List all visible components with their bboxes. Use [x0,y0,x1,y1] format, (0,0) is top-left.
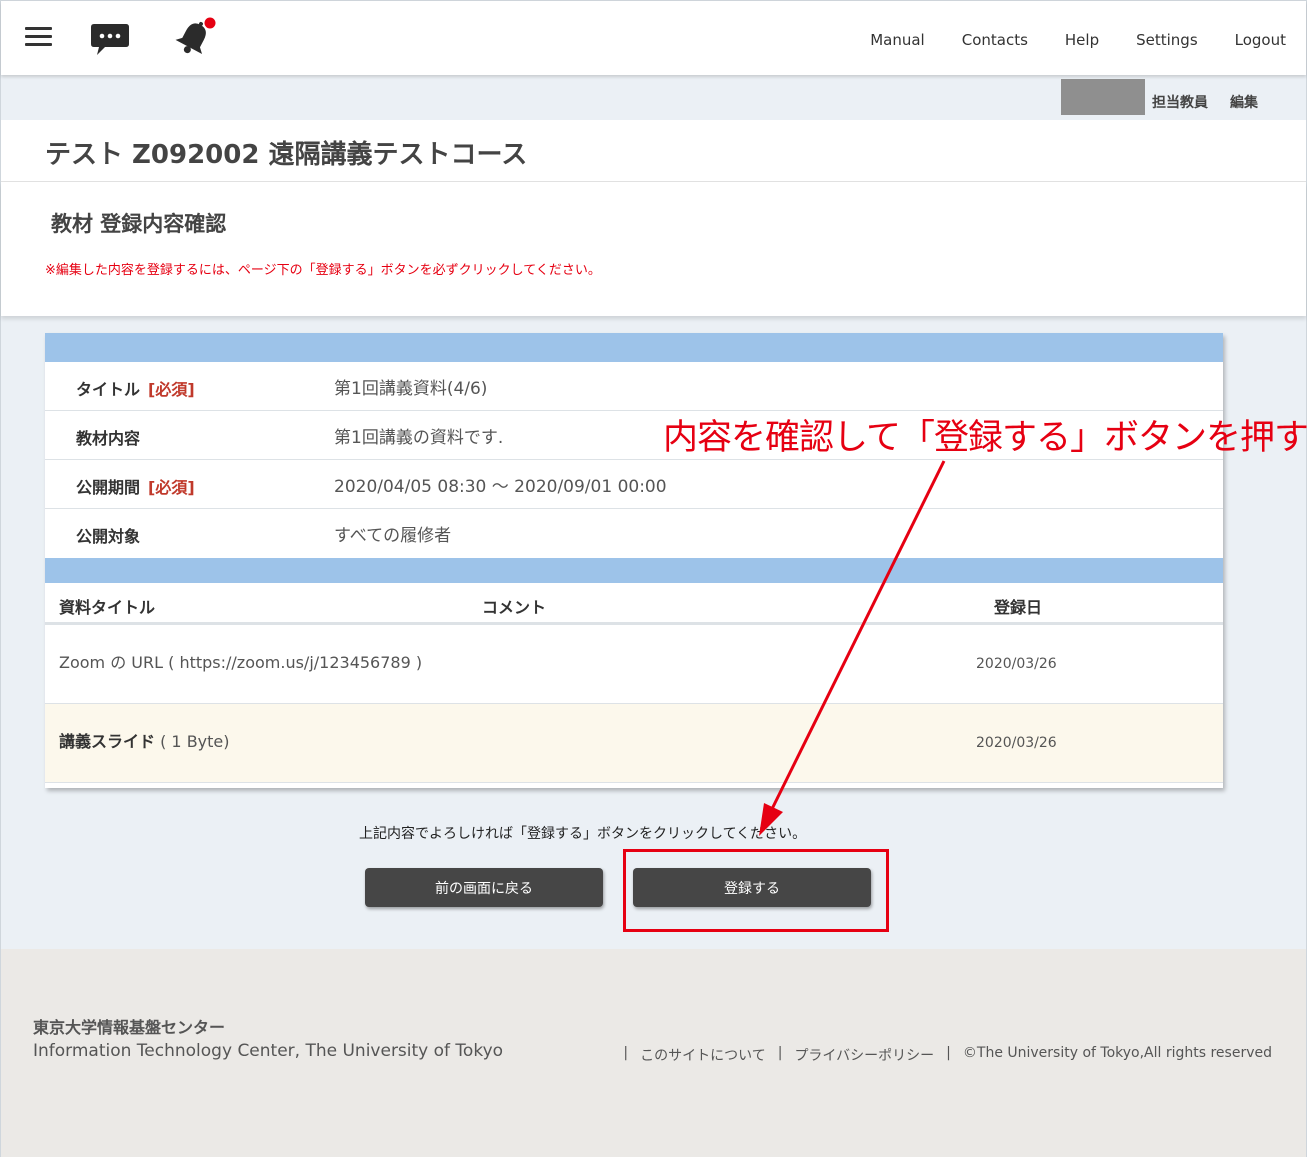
info-row-title: タイトル [必須] 第1回講義資料(4/6) [45,362,1223,411]
annotation-text: 内容を確認して「登録する」ボタンを押す [663,418,1307,458]
footer-org-ja: 東京大学情報基盤センター [33,1018,226,1037]
back-button[interactable]: 前の画面に戻る [365,868,603,907]
required-badge: [必須] [148,380,195,399]
chat-icon[interactable] [90,23,130,57]
page-title: 教材 登録内容確認 [51,212,227,236]
top-nav: Manual Contacts Help Settings Logout [833,31,1286,49]
material-card: タイトル [必須] 第1回講義資料(4/6) 教材内容 第1回講義の資料です. 公… [45,333,1223,788]
footer-separator: | [946,1045,951,1061]
material-date: 2020/03/26 [976,656,1057,672]
info-label: 公開期間 [必須] [76,478,195,497]
menu-icon[interactable] [25,27,52,47]
column-header-comment: コメント [482,598,547,617]
course-title: テスト Z092002 遠隔講義テストコース [45,140,528,170]
info-value: 第1回講義資料(4/6) [334,379,488,399]
top-header: Manual Contacts Help Settings Logout [1,1,1306,75]
notice-text: ※編集した内容を登録するには、ページ下の「登録する」ボタンを必ずクリックしてくだ… [45,263,601,278]
required-badge: [必須] [148,478,195,497]
info-value: 第1回講義の資料です. [334,428,504,448]
material-title[interactable]: 講義スライド ( 1 Byte) [59,728,230,752]
info-label: 公開対象 [76,527,141,546]
footer-copyright: ©The University of Tokyo,All rights rese… [962,1045,1272,1061]
column-header-date: 登録日 [994,598,1043,617]
teacher-avatar [1061,79,1145,115]
page-header-panel: 教材 登録内容確認 ※編集した内容を登録するには、ページ下の「登録する」ボタンを… [1,182,1306,316]
list-header-band [45,558,1223,583]
nav-settings[interactable]: Settings [1136,31,1198,49]
nav-logout[interactable]: Logout [1235,31,1286,49]
nav-manual[interactable]: Manual [870,31,925,49]
info-row-audience: 公開対象 すべての履修者 [45,509,1223,558]
list-item: Zoom の URL ( https://zoom.us/j/123456789… [45,625,1223,704]
footer-separator: | [777,1045,783,1061]
list-item: 講義スライド ( 1 Byte) 2020/03/26 [45,704,1223,783]
notification-bell-icon[interactable] [171,17,219,59]
footer-separator: | [623,1045,629,1061]
nav-help[interactable]: Help [1065,31,1099,49]
info-label: 教材内容 [76,429,141,448]
teacher-label: 担当教員 [1152,95,1208,111]
teacher-bar: 担当教員 編集 [1,75,1306,120]
material-title[interactable]: Zoom の URL ( https://zoom.us/j/123456789… [59,649,422,673]
card-header-band [45,333,1223,362]
info-row-period: 公開期間 [必須] 2020/04/05 08:30 ～ 2020/09/01 0… [45,460,1223,509]
footer-org-en: Information Technology Center, The Unive… [33,1041,504,1061]
list-header: 資料タイトル コメント 登録日 [45,583,1223,625]
edit-link[interactable]: 編集 [1230,92,1258,112]
info-value: 2020/04/05 08:30 ～ 2020/09/01 00:00 [334,477,667,497]
confirm-message: 上記内容でよろしければ「登録する」ボタンをクリックしてください。 [359,826,807,842]
footer-privacy-link[interactable]: プライバシーポリシー [794,1045,934,1065]
course-panel: テスト Z092002 遠隔講義テストコース [1,120,1306,182]
highlight-box [623,849,889,932]
info-label: タイトル [必須] [76,380,195,399]
material-date: 2020/03/26 [976,735,1057,751]
column-header-title: 資料タイトル [59,598,156,617]
info-value: すべての履修者 [334,526,452,546]
nav-contacts[interactable]: Contacts [962,31,1028,49]
footer: 東京大学情報基盤センター Information Technology Cent… [1,949,1306,1157]
footer-links: | このサイトについて | プライバシーポリシー | ©The Universi… [623,1045,1272,1065]
footer-about-link[interactable]: このサイトについて [640,1045,766,1065]
